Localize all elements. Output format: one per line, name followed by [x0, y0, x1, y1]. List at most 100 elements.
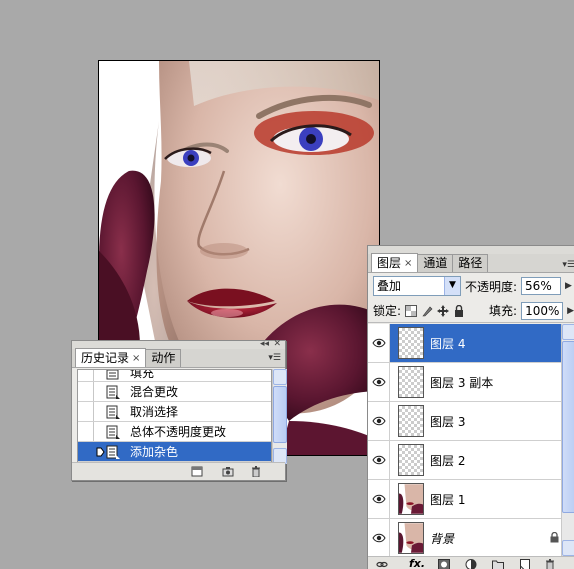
history-state-icon: [106, 405, 120, 419]
tab-paths[interactable]: 路径: [452, 254, 489, 272]
lock-label: 锁定:: [373, 304, 402, 318]
tab-label: 通道: [423, 256, 448, 270]
tab-actions[interactable]: 动作: [145, 349, 182, 367]
panel-menu-icon[interactable]: ▾☰: [562, 260, 574, 270]
blend-mode-select[interactable]: 叠加 ▼: [373, 276, 461, 296]
opacity-label: 不透明度:: [465, 279, 518, 294]
eye-icon[interactable]: [368, 324, 390, 362]
layer-thumbnail[interactable]: [398, 327, 424, 359]
tab-close-icon[interactable]: ×: [132, 350, 140, 367]
fx-icon[interactable]: fx.: [409, 557, 425, 569]
layers-tabs: 图层 × 通道 路径 ▾☰: [368, 253, 574, 273]
lock-transparent-pixels-icon[interactable]: [405, 304, 418, 317]
layer-thumbnail[interactable]: [398, 522, 424, 554]
trash-icon[interactable]: [544, 559, 556, 569]
eye-icon[interactable]: [368, 402, 390, 440]
close-panel-icon[interactable]: ✕: [273, 339, 281, 349]
tab-close-icon[interactable]: ×: [404, 255, 412, 272]
panel-menu-icon[interactable]: ▾☰: [268, 353, 281, 363]
history-tabs: 历史记录 × 动作 ▾☰: [72, 348, 285, 368]
eye-icon[interactable]: [368, 441, 390, 479]
history-state-icon: [106, 425, 120, 439]
scroll-thumb[interactable]: [562, 341, 574, 513]
trash-icon[interactable]: [250, 466, 262, 477]
history-item[interactable]: 混合更改: [78, 382, 271, 402]
history-item-label: 填充: [130, 369, 155, 380]
history-brush-source-checkbox[interactable]: [78, 370, 94, 381]
history-item[interactable]: 总体不透明度更改: [78, 422, 271, 442]
collapse-icon[interactable]: ◂◂: [260, 339, 269, 349]
history-state-icon: [106, 385, 120, 399]
tab-label: 路径: [458, 256, 483, 270]
lock-icon: [550, 532, 559, 543]
lock-all-icon[interactable]: [453, 304, 465, 317]
adjustment-layer-icon[interactable]: [465, 559, 477, 569]
layer-name[interactable]: 图层 3: [430, 413, 465, 430]
tab-layers[interactable]: 图层 ×: [371, 253, 419, 272]
fill-input[interactable]: 100%: [521, 301, 564, 320]
layer-thumbnail[interactable]: [398, 483, 424, 515]
layer-name[interactable]: 图层 1: [430, 491, 465, 508]
layer-row[interactable]: 图层 3 副本: [368, 363, 574, 402]
eye-icon[interactable]: [368, 480, 390, 518]
layer-list: 图层 4 图层 3 副本 图层 3 图层 2 图层 1 背景: [368, 324, 574, 556]
scroll-down-icon[interactable]: [562, 540, 574, 556]
layer-thumbnail[interactable]: [398, 366, 424, 398]
layers-bottom-bar: fx.: [368, 556, 574, 569]
fill-slider-arrow-icon[interactable]: ▶: [567, 306, 574, 316]
history-item-label: 总体不透明度更改: [130, 425, 227, 439]
folder-icon[interactable]: [492, 559, 504, 569]
layer-thumbnail[interactable]: [398, 444, 424, 476]
eye-icon[interactable]: [368, 519, 390, 556]
layer-name[interactable]: 图层 2: [430, 452, 465, 469]
chevron-down-icon[interactable]: ▼: [444, 277, 460, 295]
history-bottom-bar: [72, 462, 285, 480]
history-brush-source-icon: [96, 447, 105, 457]
fill-label: 填充:: [489, 304, 518, 318]
new-layer-icon[interactable]: [519, 559, 531, 569]
layer-name[interactable]: 图层 4: [430, 335, 465, 352]
layers-scrollbar[interactable]: [561, 324, 574, 556]
history-brush-source-checkbox[interactable]: [78, 442, 94, 461]
layer-name[interactable]: 图层 3 副本: [430, 374, 493, 391]
history-item-label: 添加杂色: [130, 445, 179, 459]
lock-position-icon[interactable]: [437, 304, 450, 317]
opacity-slider-arrow-icon[interactable]: ▶: [565, 281, 572, 291]
history-item[interactable]: 填充: [78, 370, 271, 382]
layer-name[interactable]: 背景: [430, 530, 454, 547]
history-list: 填充 混合更改 取消选择 总体不透明度更改 添加杂色: [77, 369, 272, 464]
history-brush-source-checkbox[interactable]: [78, 422, 94, 441]
opacity-input[interactable]: 56%: [521, 277, 562, 295]
tab-label: 动作: [151, 351, 176, 365]
layer-row[interactable]: 图层 3: [368, 402, 574, 441]
history-brush-source-checkbox[interactable]: [78, 382, 94, 401]
layer-row[interactable]: 图层 2: [368, 441, 574, 480]
new-document-from-state-icon[interactable]: [191, 466, 203, 477]
lock-image-pixels-icon[interactable]: [421, 305, 433, 317]
history-panel: ◂◂ ✕ 历史记录 × 动作 ▾☰ 填充 混合更改 取消选择 总体不透明度更改 …: [71, 339, 287, 481]
scroll-up-icon[interactable]: [562, 324, 574, 340]
layer-row[interactable]: 图层 1: [368, 480, 574, 519]
history-brush-source-checkbox[interactable]: [78, 402, 94, 421]
scroll-up-icon[interactable]: [273, 369, 287, 385]
history-state-icon: [106, 370, 119, 380]
history-state-icon: [106, 445, 120, 459]
layer-row-background[interactable]: 背景: [368, 519, 574, 556]
history-scrollbar[interactable]: [272, 369, 287, 464]
camera-snapshot-icon[interactable]: [222, 466, 234, 477]
tab-label: 历史记录: [81, 350, 130, 365]
blend-mode-value: 叠加: [377, 279, 402, 293]
layer-row-selected[interactable]: 图层 4: [368, 324, 574, 363]
scroll-thumb[interactable]: [273, 386, 287, 443]
blend-row: 叠加 ▼ 不透明度: 56% ▶: [368, 273, 574, 299]
tab-history[interactable]: 历史记录 ×: [75, 348, 147, 367]
history-item[interactable]: 取消选择: [78, 402, 271, 422]
tab-channels[interactable]: 通道: [417, 254, 454, 272]
layer-thumbnail[interactable]: [398, 405, 424, 437]
link-layers-icon[interactable]: [376, 559, 388, 569]
history-item-label: 取消选择: [130, 405, 179, 419]
history-item-selected[interactable]: 添加杂色: [78, 442, 271, 462]
history-item-label: 混合更改: [130, 385, 179, 399]
layer-mask-icon[interactable]: [438, 559, 450, 569]
eye-icon[interactable]: [368, 363, 390, 401]
